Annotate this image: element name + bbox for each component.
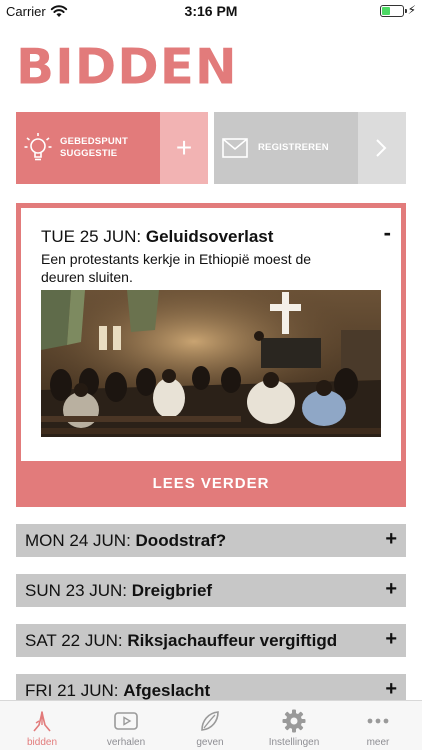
- praying-hands-icon: [33, 711, 51, 732]
- tab-label: geven: [196, 737, 224, 748]
- play-video-icon: [114, 712, 138, 730]
- battery-icon: [380, 5, 407, 17]
- lightbulb-icon: [24, 133, 52, 161]
- register-arrow-button[interactable]: [358, 112, 406, 184]
- featured-date: TUE 25 JUN:: [41, 227, 142, 246]
- featured-prayer-card: TUE 25 JUN: Geluidsoverlast - Een protes…: [16, 203, 406, 507]
- prayer-item-title: SAT 22 JUN: Riksjachauffeur vergiftigd: [25, 631, 337, 651]
- church-photo: [41, 290, 381, 437]
- prayer-item-title: FRI 21 JUN: Afgeslacht: [25, 681, 210, 701]
- chevron-right-icon: [376, 139, 387, 157]
- action-buttons: GEBEDSPUNT SUGGESTIE + REGISTREREN: [16, 112, 406, 184]
- app-logo: BIDDEN: [16, 38, 238, 96]
- hand-leaf-icon: [201, 711, 219, 731]
- featured-heading: Geluidsoverlast: [145, 227, 274, 246]
- expand-button[interactable]: +: [385, 578, 397, 601]
- suggest-prayer-button[interactable]: GEBEDSPUNT SUGGESTIE: [16, 112, 160, 184]
- tab-bar: bidden verhalen geven Instellingen meer: [0, 700, 422, 750]
- collapse-button[interactable]: -: [384, 220, 391, 246]
- tab-label: bidden: [26, 737, 58, 748]
- tab-meer[interactable]: meer: [336, 701, 420, 750]
- tab-geven[interactable]: geven: [168, 701, 252, 750]
- featured-content: TUE 25 JUN: Geluidsoverlast - Een protes…: [21, 208, 401, 461]
- tab-instellingen[interactable]: Instellingen: [252, 701, 336, 750]
- prayer-item-date: SUN 23 JUN:: [25, 581, 128, 600]
- charging-icon: ⚡: [407, 3, 416, 17]
- expand-button[interactable]: +: [385, 528, 397, 551]
- featured-title: TUE 25 JUN: Geluidsoverlast: [41, 226, 273, 248]
- status-bar: Carrier 3:16 PM ⚡: [0, 0, 422, 24]
- tab-label: verhalen: [106, 737, 146, 748]
- featured-description: Een protestants kerkje in Ethiopië moest…: [41, 251, 312, 285]
- prayer-item[interactable]: SAT 22 JUN: Riksjachauffeur vergiftigd +: [16, 624, 406, 657]
- tab-verhalen[interactable]: verhalen: [84, 701, 168, 750]
- expand-button[interactable]: +: [385, 628, 397, 651]
- prayer-item-title: MON 24 JUN: Doodstraf?: [25, 531, 226, 551]
- register-label: REGISTREREN: [258, 142, 329, 153]
- prayer-item-date: FRI 21 JUN:: [25, 681, 119, 700]
- register-button[interactable]: REGISTREREN: [214, 112, 358, 184]
- expand-button[interactable]: +: [385, 678, 397, 701]
- prayer-item-heading: Dreigbrief: [131, 581, 213, 600]
- prayer-item[interactable]: SUN 23 JUN: Dreigbrief +: [16, 574, 406, 607]
- clock: 3:16 PM: [184, 3, 238, 19]
- tab-label: meer: [366, 737, 390, 748]
- prayer-item-date: MON 24 JUN:: [25, 531, 131, 550]
- gear-icon: [282, 709, 306, 733]
- prayer-item-heading: Doodstraf?: [135, 531, 227, 550]
- envelope-icon: [222, 138, 248, 158]
- more-dots-icon: [367, 718, 389, 724]
- suggest-label: GEBEDSPUNT SUGGESTIE: [60, 136, 128, 159]
- tab-label: Instellingen: [268, 737, 320, 748]
- prayer-item-date: SAT 22 JUN:: [25, 631, 123, 650]
- prayer-item[interactable]: MON 24 JUN: Doodstraf? +: [16, 524, 406, 557]
- prayer-item-heading: Afgeslacht: [123, 681, 211, 700]
- tab-bidden[interactable]: bidden: [0, 701, 84, 750]
- add-suggestion-button[interactable]: +: [160, 112, 208, 184]
- prayer-item-heading: Riksjachauffeur vergiftigd: [127, 631, 338, 650]
- prayer-item-title: SUN 23 JUN: Dreigbrief: [25, 581, 212, 601]
- read-more-button[interactable]: LEES VERDER: [16, 461, 406, 507]
